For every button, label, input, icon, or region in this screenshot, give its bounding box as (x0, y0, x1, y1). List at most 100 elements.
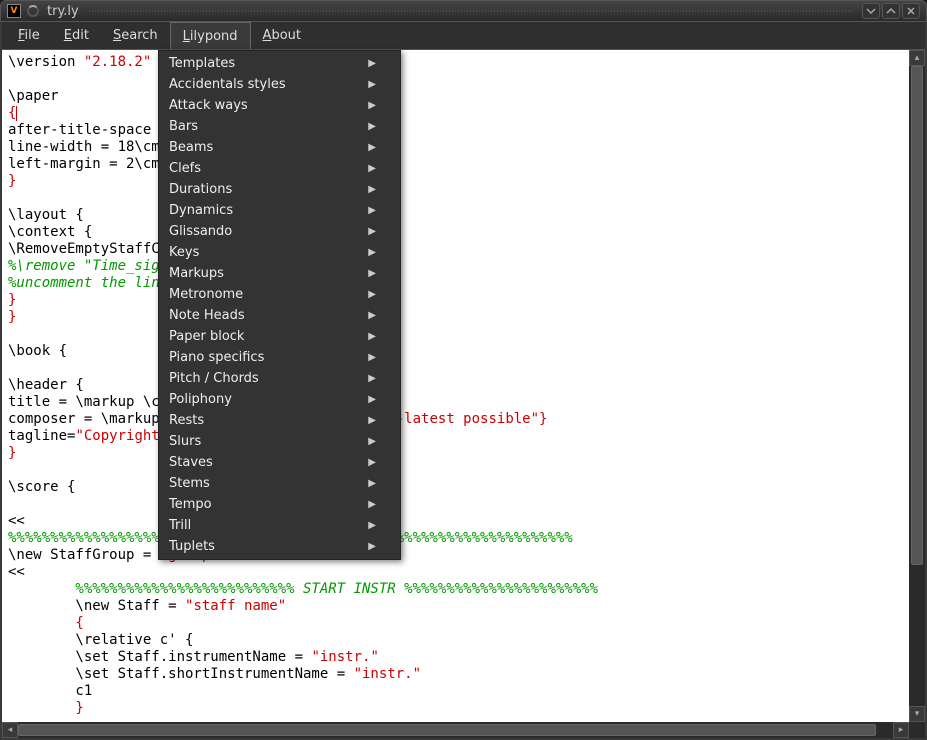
submenu-arrow-icon: ▶ (368, 478, 376, 489)
scroll-track[interactable] (909, 66, 925, 706)
scroll-thumb[interactable] (911, 66, 923, 565)
mnemonic: S (113, 28, 121, 43)
submenu-arrow-icon: ▶ (368, 205, 376, 216)
submenu-label: Durations (169, 182, 232, 197)
menu-file[interactable]: File (6, 22, 52, 49)
submenu-item-accidentals-styles[interactable]: Accidentals styles ▶ (159, 74, 400, 95)
lilypond-submenu: Templates▶Accidentals styles▶Attack ways… (158, 50, 401, 560)
submenu-label: Tempo (169, 497, 212, 512)
mnemonic: F (18, 28, 25, 43)
menu-lilypond[interactable]: Lilypond (170, 22, 251, 49)
submenu-label: Attack ways (169, 98, 248, 113)
submenu-arrow-icon: ▶ (368, 394, 376, 405)
submenu-item-note-heads[interactable]: Note Heads▶ (159, 305, 400, 326)
submenu-arrow-icon: ▶ (368, 331, 376, 342)
submenu-arrow-icon: ▶ (368, 58, 376, 69)
editor-area: \version "2.18.2" \paper { after-title-s… (2, 50, 925, 738)
submenu-label: Staves (169, 455, 213, 470)
submenu-item-templates[interactable]: Templates▶ (159, 53, 400, 74)
submenu-arrow-icon: ▶ (368, 79, 376, 90)
submenu-item-glissando[interactable]: Glissando▶ (159, 221, 400, 242)
horizontal-scrollbar[interactable]: ◂ ▸ (2, 722, 909, 738)
menu-bar: File Edit Search Lilypond About (2, 22, 925, 50)
text-cursor (16, 106, 17, 121)
titlebar-decoration (89, 10, 852, 12)
maximize-button[interactable] (882, 3, 900, 19)
submenu-arrow-icon: ▶ (368, 163, 376, 174)
main-window: File Edit Search Lilypond About \version… (0, 22, 927, 740)
submenu-label: Metronome (169, 287, 243, 302)
close-button[interactable] (902, 3, 920, 19)
submenu-item-staves[interactable]: Staves ▶ (159, 452, 400, 473)
scroll-right-button[interactable]: ▸ (893, 722, 909, 738)
submenu-arrow-icon: ▶ (368, 268, 376, 279)
menu-edit[interactable]: Edit (52, 22, 101, 49)
submenu-arrow-icon: ▶ (368, 142, 376, 153)
scroll-track[interactable] (18, 722, 893, 738)
submenu-label: Slurs (169, 434, 201, 449)
submenu-label: Beams (169, 140, 213, 155)
scroll-up-button[interactable]: ▴ (909, 50, 925, 66)
submenu-item-slurs[interactable]: Slurs ▶ (159, 431, 400, 452)
app-icon: V (7, 4, 21, 18)
submenu-item-durations[interactable]: Durations ▶ (159, 179, 400, 200)
submenu-item-keys[interactable]: Keys▶ (159, 242, 400, 263)
submenu-item-rests[interactable]: Rests ▶ (159, 410, 400, 431)
submenu-label: Accidentals styles (169, 77, 286, 92)
submenu-label: Paper block (169, 329, 244, 344)
submenu-item-piano-specifics[interactable]: Piano specifics▶ (159, 347, 400, 368)
submenu-label: Glissando (169, 224, 232, 239)
submenu-label: Stems (169, 476, 210, 491)
submenu-label: Dynamics (169, 203, 233, 218)
submenu-label: Bars (169, 119, 198, 134)
submenu-item-stems[interactable]: Stems ▶ (159, 473, 400, 494)
submenu-label: Note Heads (169, 308, 245, 323)
submenu-arrow-icon: ▶ (368, 247, 376, 258)
submenu-item-clefs[interactable]: Clefs ▶ (159, 158, 400, 179)
submenu-arrow-icon: ▶ (368, 436, 376, 447)
loading-spinner-icon (27, 5, 39, 17)
submenu-item-beams[interactable]: Beams ▶ (159, 137, 400, 158)
submenu-arrow-icon: ▶ (368, 289, 376, 300)
submenu-arrow-icon: ▶ (368, 457, 376, 468)
scroll-down-button[interactable]: ▾ (909, 706, 925, 722)
submenu-arrow-icon: ▶ (368, 121, 376, 132)
submenu-label: Pitch / Chords (169, 371, 259, 386)
submenu-item-dynamics[interactable]: Dynamics ▶ (159, 200, 400, 221)
submenu-arrow-icon: ▶ (368, 520, 376, 531)
menu-search[interactable]: Search (101, 22, 170, 49)
submenu-item-bars[interactable]: Bars ▶ (159, 116, 400, 137)
vertical-scrollbar[interactable]: ▴ ▾ (909, 50, 925, 722)
submenu-arrow-icon: ▶ (368, 184, 376, 195)
mnemonic: E (64, 28, 72, 43)
submenu-item-poliphony[interactable]: Poliphony ▶ (159, 389, 400, 410)
submenu-item-paper-block[interactable]: Paper block ▶ (159, 326, 400, 347)
submenu-item-markups[interactable]: Markups ▶ (159, 263, 400, 284)
submenu-label: Tuplets (169, 539, 215, 554)
scrollbar-corner (909, 722, 925, 738)
scroll-thumb[interactable] (18, 724, 876, 736)
submenu-item-tempo[interactable]: Tempo ▶ (159, 494, 400, 515)
submenu-item-attack-ways[interactable]: Attack ways ▶ (159, 95, 400, 116)
submenu-arrow-icon: ▶ (368, 100, 376, 111)
code-editor[interactable]: \version "2.18.2" \paper { after-title-s… (2, 50, 909, 722)
menu-about[interactable]: About (251, 22, 313, 49)
submenu-arrow-icon: ▶ (368, 415, 376, 426)
submenu-item-metronome[interactable]: Metronome ▶ (159, 284, 400, 305)
submenu-label: Markups (169, 266, 224, 281)
mnemonic: L (183, 29, 190, 44)
mnemonic: A (263, 28, 272, 43)
submenu-item-pitch-chords[interactable]: Pitch / Chords ▶ (159, 368, 400, 389)
submenu-item-trill[interactable]: Trill▶ (159, 515, 400, 536)
submenu-label: Rests (169, 413, 204, 428)
submenu-label: Piano specifics (169, 350, 264, 365)
window-buttons (862, 3, 920, 19)
submenu-arrow-icon: ▶ (368, 373, 376, 384)
scroll-left-button[interactable]: ◂ (2, 722, 18, 738)
submenu-item-tuplets[interactable]: Tuplets▶ (159, 536, 400, 557)
submenu-label: Poliphony (169, 392, 232, 407)
submenu-arrow-icon: ▶ (368, 499, 376, 510)
submenu-label: Clefs (169, 161, 201, 176)
minimize-button[interactable] (862, 3, 880, 19)
window-title: try.ly (47, 4, 79, 19)
